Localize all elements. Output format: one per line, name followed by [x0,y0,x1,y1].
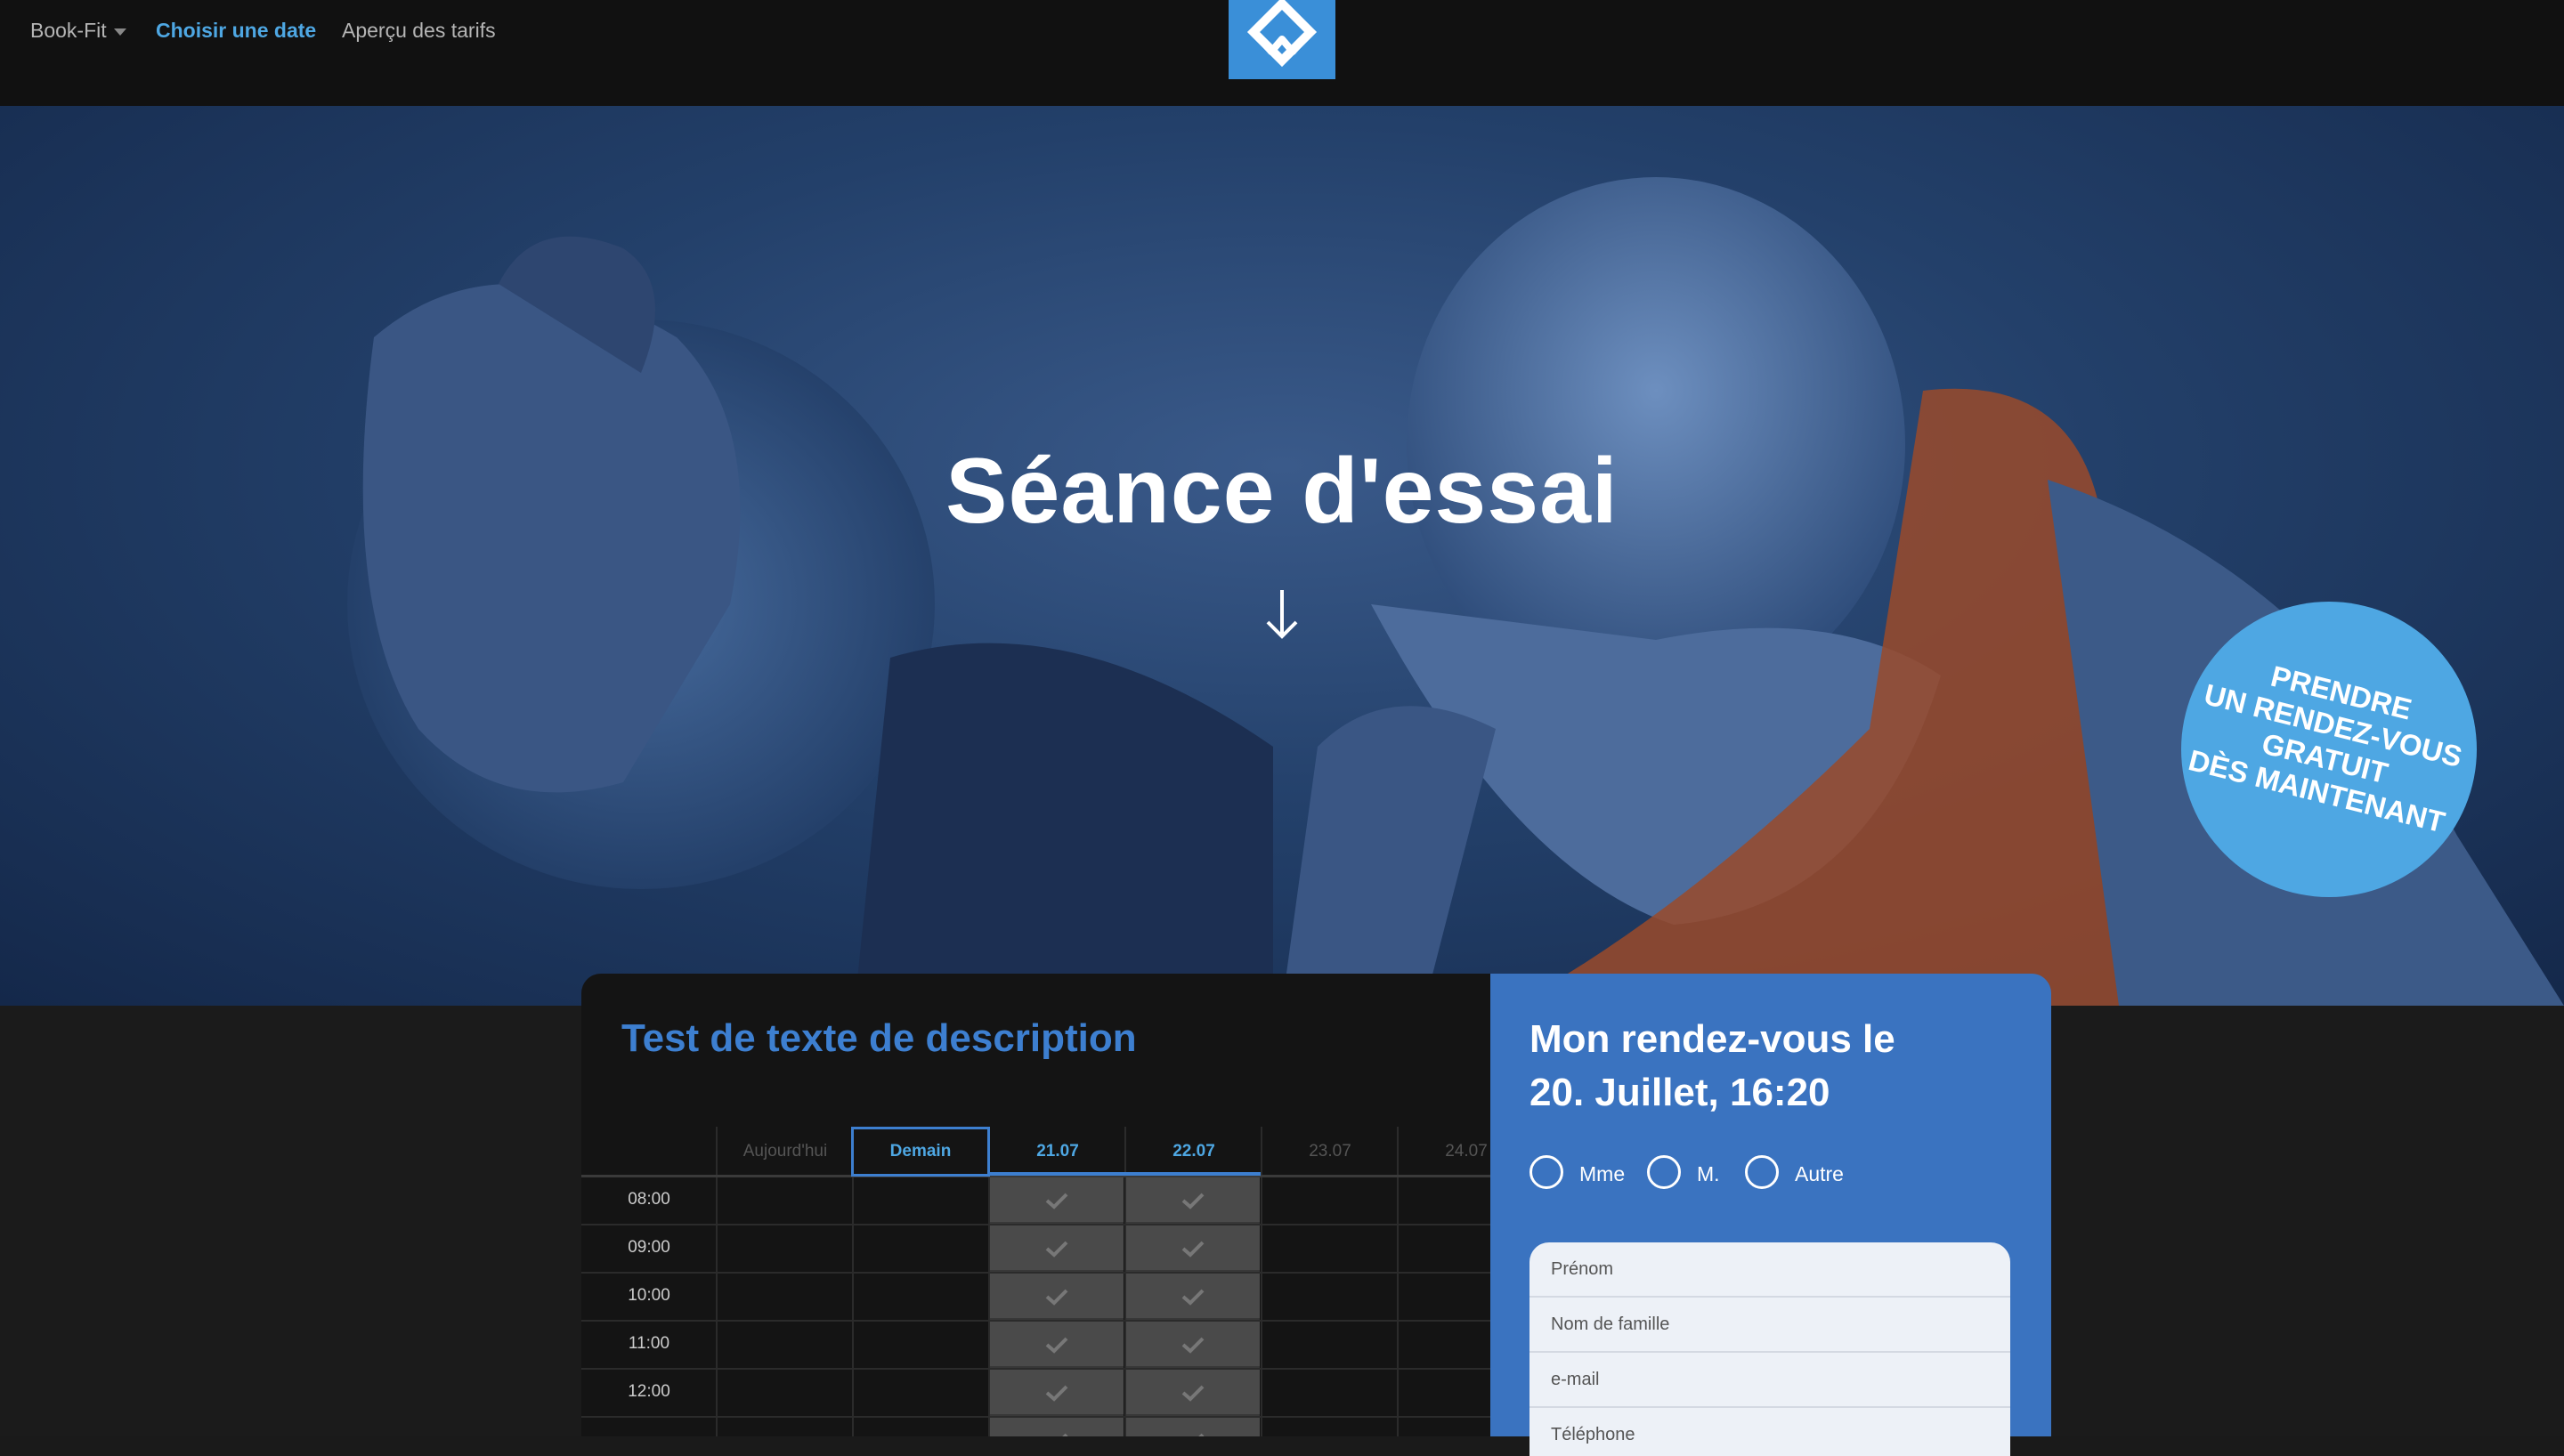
day-header-tomorrow[interactable]: Demain [851,1127,990,1177]
radio-circle[interactable] [1529,1155,1563,1189]
check-icon [1045,1289,1068,1306]
phone-field [1529,1408,2010,1456]
description-title: Test de texte de description [621,1016,1137,1060]
appointment-title: Mon rendez-vous le 20. Juillet, 16:20 [1529,1013,2028,1120]
radio-label: Autre [1795,1162,1844,1185]
day-header-23-07[interactable]: 23.07 [1262,1127,1398,1177]
time-label: 11:00 [628,1334,670,1353]
top-navigation: Book-Fit Choisir une date Aperçu des tar… [0,0,2564,106]
salutation-radio-m[interactable]: M. [1647,1155,1736,1194]
brand-menu-label: Book-Fit [30,19,107,42]
time-label: 08:00 [628,1190,670,1209]
time-slot-available[interactable] [1126,1225,1260,1272]
day-header-24-07[interactable]: 24.07 [1399,1127,1490,1177]
radio-circle[interactable] [1745,1155,1779,1189]
cta-free-appointment-badge[interactable]: PRENDRE UN RENDEZ-VOUS GRATUIT DÈS MAINT… [2181,602,2477,897]
hero-title: Séance d'essai [945,440,1619,543]
logo[interactable] [1229,0,1335,79]
cta-text: PRENDRE UN RENDEZ-VOUS GRATUIT DÈS MAINT… [2170,641,2489,844]
brand-menu[interactable]: Book-Fit [30,18,126,43]
last-name-input[interactable] [1529,1298,2010,1351]
day-header-today[interactable]: Aujourd'hui [718,1127,853,1177]
radio-label: M. [1697,1162,1720,1185]
contact-form [1529,1242,2010,1456]
day-header-21-07[interactable]: 21.07 [990,1127,1125,1177]
hero-background-image [347,177,2564,1006]
nav-choose-date[interactable]: Choisir une date [156,18,316,43]
last-name-field [1529,1298,2010,1353]
check-icon [1045,1385,1068,1402]
appointment-panel: Mon rendez-vous le 20. Juillet, 16:20 Mm… [1490,974,2051,1456]
day-header-22-07[interactable]: 22.07 [1126,1127,1262,1177]
check-icon [1045,1193,1068,1209]
arrow-down-icon[interactable] [1262,586,1302,642]
appointment-title-line: Mon rendez-vous le [1529,1017,1895,1061]
check-icon [1181,1289,1205,1306]
time-slot-available[interactable] [990,1370,1124,1416]
time-slot-available[interactable] [1126,1274,1260,1320]
time-slot-available[interactable] [990,1274,1124,1320]
salutation-radio-mme[interactable]: Mme [1529,1155,1636,1194]
hero-section: Séance d'essai [0,106,2564,1006]
chevron-down-icon [113,28,126,36]
time-label: 09:00 [628,1238,670,1257]
radio-label: Mme [1579,1162,1626,1185]
first-name-field [1529,1242,2010,1298]
email-input[interactable] [1529,1353,2010,1406]
logo-icon [1246,0,1318,68]
time-label: 10:00 [628,1286,670,1305]
check-icon [1045,1337,1068,1354]
salutation-radio-autre[interactable]: Autre [1745,1155,1861,1194]
check-icon [1181,1337,1205,1354]
radio-circle[interactable] [1647,1155,1681,1189]
nav-pricing[interactable]: Aperçu des tarifs [342,18,496,43]
schedule-panel: Test de texte de description Aujourd'hui… [581,974,1490,1436]
check-icon [1181,1193,1205,1209]
time-slot-available[interactable] [1126,1177,1260,1224]
time-slot-available[interactable] [990,1225,1124,1272]
check-icon [1181,1241,1205,1258]
time-slot-available[interactable] [1126,1370,1260,1416]
appointment-datetime: 20. Juillet, 16:20 [1529,1071,1830,1114]
email-field [1529,1353,2010,1408]
time-slot-available[interactable] [990,1418,1124,1436]
check-icon [1045,1241,1068,1258]
first-name-input[interactable] [1529,1242,2010,1296]
time-slot-available[interactable] [1126,1322,1260,1368]
time-slot-available[interactable] [990,1322,1124,1368]
time-slot-available[interactable] [990,1177,1124,1224]
check-icon [1198,1433,1205,1436]
phone-input[interactable] [1529,1408,2010,1456]
check-icon [1181,1385,1205,1402]
selected-days-underline [990,1172,1261,1176]
time-label: 12:00 [628,1382,670,1401]
check-icon [1062,1433,1068,1436]
time-slot-available[interactable] [1126,1418,1260,1436]
